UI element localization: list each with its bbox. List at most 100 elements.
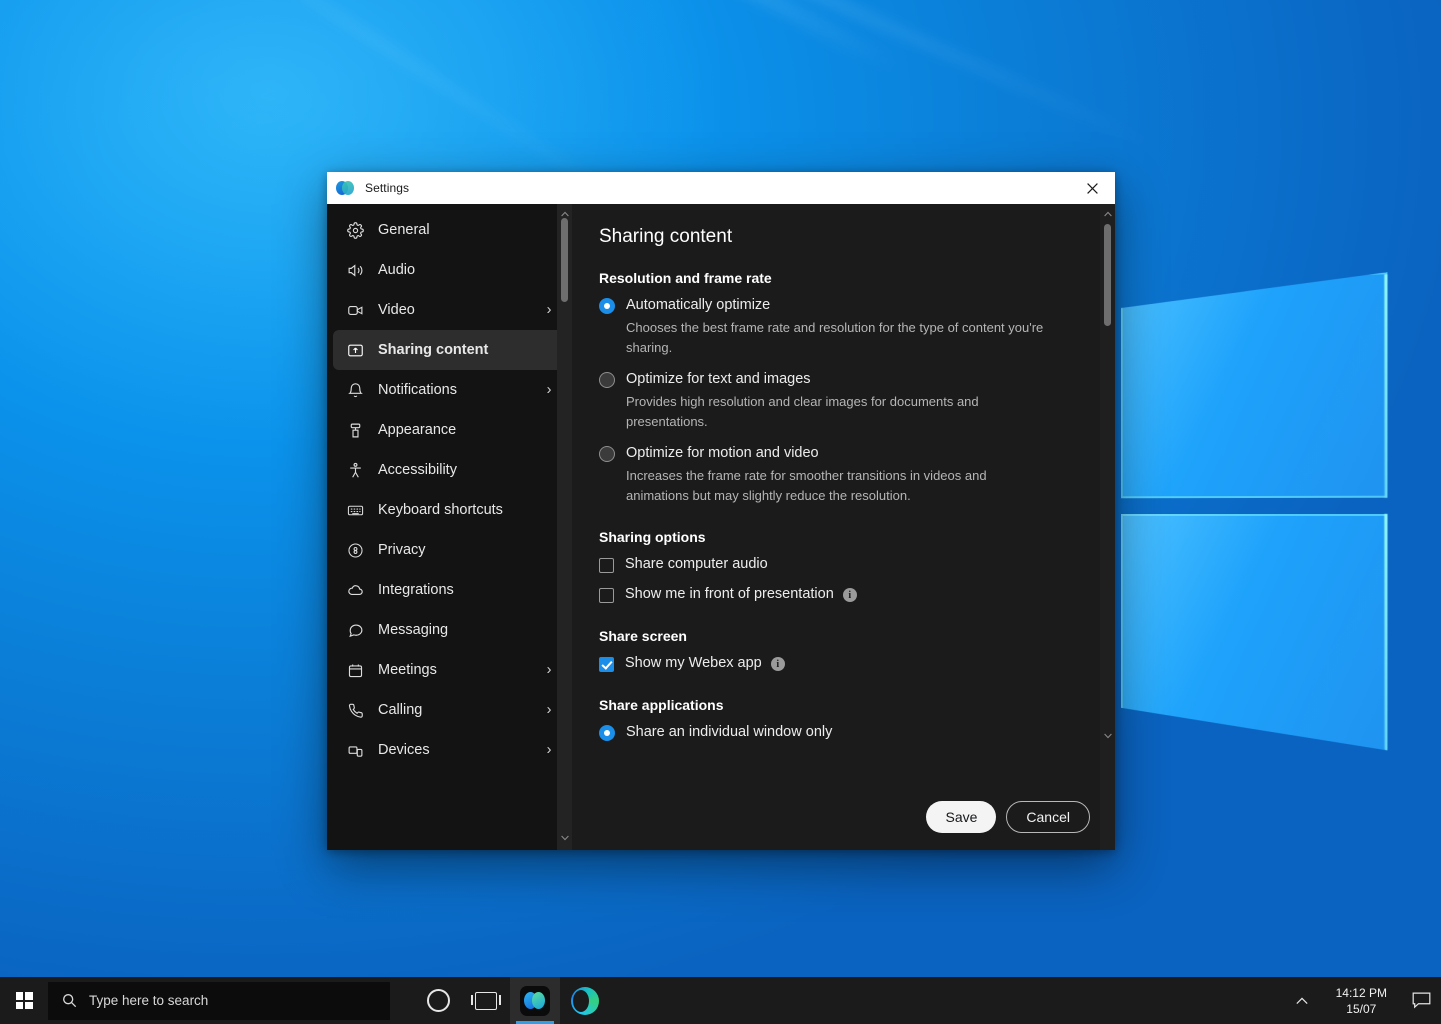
radio-indicator[interactable] <box>599 298 615 314</box>
scroll-down-icon[interactable] <box>557 830 572 846</box>
close-icon[interactable] <box>1069 172 1115 204</box>
sidebar-scrollbar[interactable] <box>557 204 572 850</box>
checkbox-indicator[interactable] <box>599 657 614 672</box>
sidebar-item-meetings[interactable]: Meetings › <box>333 650 566 690</box>
radio-share-individual-window[interactable]: Share an individual window only <box>599 722 1115 743</box>
sidebar-item-label: Sharing content <box>378 342 489 358</box>
sidebar-item-label: Messaging <box>378 622 449 638</box>
search-icon <box>62 993 77 1008</box>
taskbar: Type here to search 14:12 PM 15/07 <box>0 977 1441 1024</box>
save-button[interactable]: Save <box>926 801 997 833</box>
phone-icon <box>345 700 365 720</box>
radio-label: Automatically optimize <box>626 297 771 313</box>
sidebar-item-label: Integrations <box>378 582 454 598</box>
radio-label: Share an individual window only <box>626 724 833 740</box>
sidebar-scroll-thumb[interactable] <box>561 218 568 302</box>
radio-optimize-text-images[interactable]: Optimize for text and images <box>599 369 1115 390</box>
checkbox-label: Show me in front of presentation <box>625 586 834 602</box>
dialog-footer: Save Cancel <box>926 801 1090 833</box>
radio-indicator[interactable] <box>599 372 615 388</box>
sidebar-item-audio[interactable]: Audio <box>333 250 566 290</box>
radio-automatically-optimize[interactable]: Automatically optimize <box>599 295 1115 316</box>
desktop: Settings General Audio Video › Sharing c… <box>0 0 1441 1024</box>
settings-window: Settings General Audio Video › Sharing c… <box>327 172 1115 850</box>
accessibility-icon <box>345 460 365 480</box>
chevron-up-icon[interactable] <box>1282 997 1322 1005</box>
bell-icon <box>345 380 365 400</box>
sidebar-item-label: Meetings <box>378 662 437 678</box>
sidebar-item-accessibility[interactable]: Accessibility <box>333 450 566 490</box>
checkbox-indicator[interactable] <box>599 588 614 603</box>
clock-time: 14:12 PM <box>1335 985 1387 1000</box>
sidebar-item-label: General <box>378 222 430 238</box>
window-body: General Audio Video › Sharing content No… <box>327 204 1115 850</box>
radio-label: Optimize for text and images <box>626 371 811 387</box>
sidebar-item-devices[interactable]: Devices › <box>333 730 566 770</box>
chevron-right-icon: › <box>546 302 552 318</box>
radio-optimize-motion-video[interactable]: Optimize for motion and video <box>599 443 1115 464</box>
checkbox-show-me-in-front[interactable]: Show me in front of presentation i <box>599 584 1115 605</box>
section-heading-sharing-options: Sharing options <box>599 529 706 545</box>
sidebar-item-label: Audio <box>378 262 416 278</box>
window-titlebar: Settings <box>327 172 1115 204</box>
section-heading-share-applications: Share applications <box>599 697 724 713</box>
sidebar-item-appearance[interactable]: Appearance <box>333 410 566 450</box>
task-view-icon[interactable] <box>462 977 510 1024</box>
webex-logo-icon <box>336 179 354 197</box>
content-scroll-thumb[interactable] <box>1104 224 1111 326</box>
sidebar-item-label: Notifications <box>378 382 457 398</box>
sidebar-item-integrations[interactable]: Integrations <box>333 570 566 610</box>
sidebar-item-messaging[interactable]: Messaging <box>333 610 566 650</box>
chevron-right-icon: › <box>546 742 552 758</box>
radio-indicator[interactable] <box>599 446 615 462</box>
radio-description: Increases the frame rate for smoother tr… <box>626 468 987 503</box>
checkbox-show-my-webex-app[interactable]: Show my Webex app i <box>599 653 1115 674</box>
cancel-button[interactable]: Cancel <box>1006 801 1090 833</box>
clock[interactable]: 14:12 PM 15/07 <box>1322 985 1401 1017</box>
sidebar-item-notifications[interactable]: Notifications › <box>333 370 566 410</box>
sidebar-item-sharing-content[interactable]: Sharing content <box>333 330 566 370</box>
info-icon[interactable]: i <box>842 588 857 602</box>
edge-browser-icon[interactable] <box>560 977 610 1024</box>
checkbox-label: Share computer audio <box>625 556 768 572</box>
sidebar-item-privacy[interactable]: Privacy <box>333 530 566 570</box>
privacy-lock-icon <box>345 540 365 560</box>
chat-bubble-icon <box>345 620 365 640</box>
gear-icon <box>345 220 365 240</box>
keyboard-icon <box>345 500 365 520</box>
checkbox-share-computer-audio[interactable]: Share computer audio <box>599 554 1115 575</box>
clock-date: 15/07 <box>1346 1001 1377 1016</box>
checkbox-indicator[interactable] <box>599 558 614 573</box>
info-icon[interactable]: i <box>770 657 785 671</box>
speaker-icon <box>345 260 365 280</box>
cortana-icon[interactable] <box>414 977 462 1024</box>
window-title: Settings <box>365 181 410 195</box>
chevron-right-icon: › <box>546 702 552 718</box>
sidebar-item-label: Calling <box>378 702 423 718</box>
sidebar-item-calling[interactable]: Calling › <box>333 690 566 730</box>
action-center-icon[interactable] <box>1401 977 1441 1024</box>
radio-description: Chooses the best frame rate and resoluti… <box>626 320 1044 355</box>
settings-sidebar: General Audio Video › Sharing content No… <box>327 204 572 850</box>
content-scrollbar[interactable] <box>1100 204 1115 850</box>
paint-roller-icon <box>345 420 365 440</box>
settings-content-pane: Sharing content Resolution and frame rat… <box>572 204 1115 850</box>
scroll-down-icon[interactable] <box>1100 728 1115 744</box>
devices-icon <box>345 740 365 760</box>
sidebar-item-general[interactable]: General <box>333 210 566 250</box>
search-input[interactable]: Type here to search <box>48 981 390 1020</box>
windows-start-icon[interactable] <box>0 977 48 1024</box>
radio-indicator[interactable] <box>599 725 615 741</box>
webex-taskbar-icon[interactable] <box>510 977 560 1024</box>
windows-wallpaper-logo <box>1121 272 1388 758</box>
sidebar-item-label: Video <box>378 302 415 318</box>
sidebar-item-video[interactable]: Video › <box>333 290 566 330</box>
calendar-icon <box>345 660 365 680</box>
page-title: Sharing content <box>599 226 733 247</box>
chevron-right-icon: › <box>546 382 552 398</box>
camera-icon <box>345 300 365 320</box>
scroll-up-icon[interactable] <box>1100 206 1115 222</box>
system-tray: 14:12 PM 15/07 <box>1282 977 1441 1024</box>
sidebar-item-label: Appearance <box>378 422 457 438</box>
sidebar-item-keyboard-shortcuts[interactable]: Keyboard shortcuts <box>333 490 566 530</box>
